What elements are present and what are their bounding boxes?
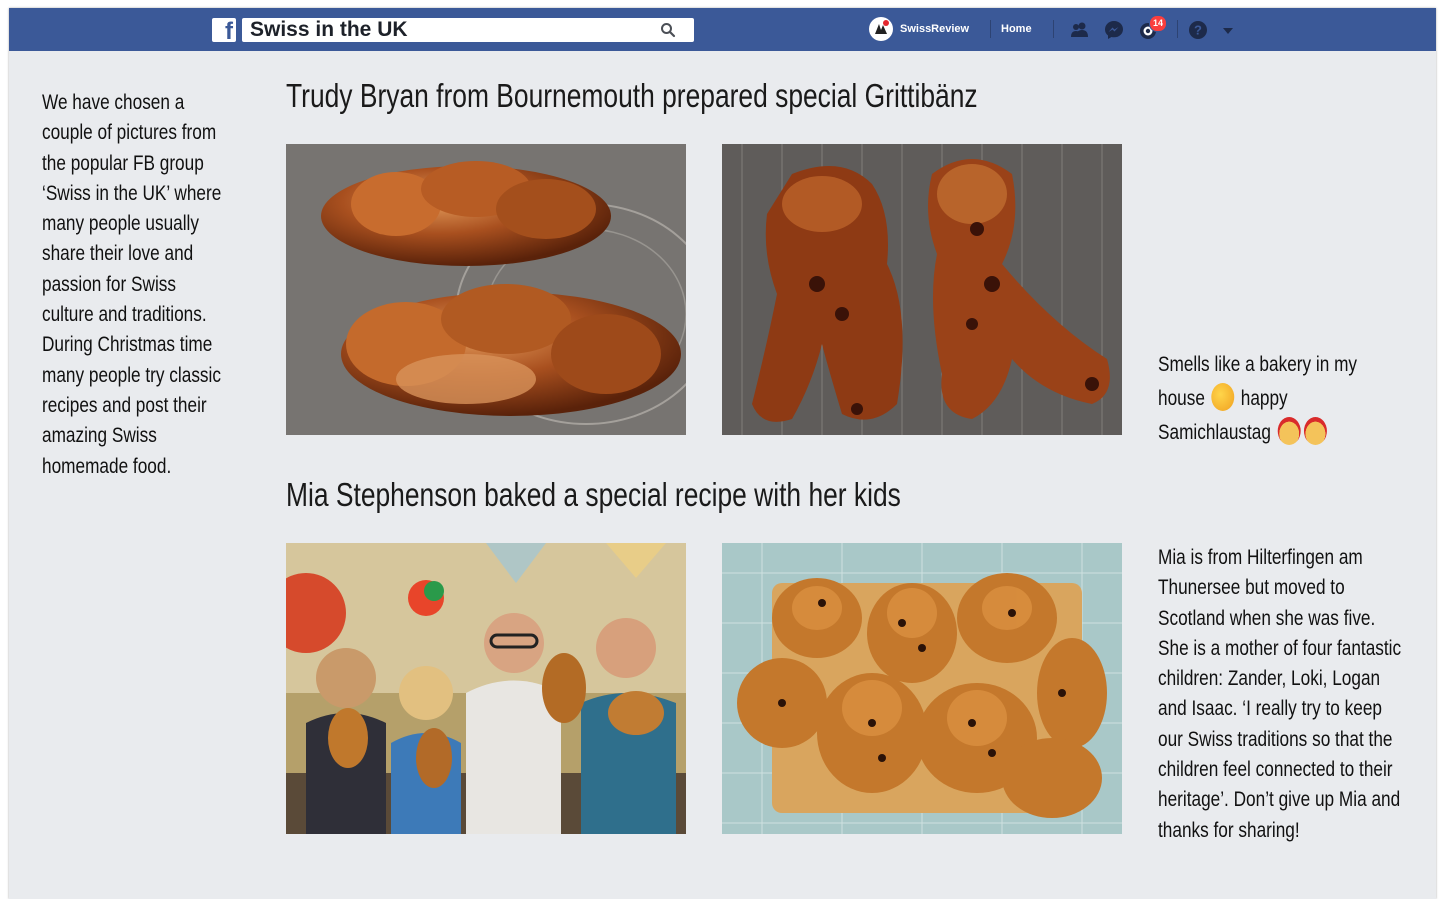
profile-name-link[interactable]: SwissReview: [900, 22, 969, 36]
caret-down-icon[interactable]: [1221, 19, 1235, 41]
section-heading: Mia Stephenson baked a special recipe wi…: [286, 476, 901, 513]
svg-text:?: ?: [1194, 23, 1202, 38]
photo-children-with-grittibaenz: [286, 543, 686, 834]
photo-grittibaenz-on-board: [722, 543, 1122, 834]
messenger-icon[interactable]: [1103, 19, 1125, 41]
mia-description: Mia is from Hilterfingen am Thunersee bu…: [1158, 546, 1402, 842]
top-navigation-bar: f Swiss in the UK SwissReview Home 14 ?: [9, 8, 1436, 51]
help-icon[interactable]: ?: [1187, 19, 1209, 41]
page-frame: f Swiss in the UK SwissReview Home 14 ? …: [9, 8, 1436, 899]
search-input[interactable]: Swiss in the UK: [242, 18, 694, 42]
santa-emoji-icon: [1303, 417, 1327, 445]
search-icon[interactable]: [660, 22, 676, 38]
notification-badge: 14: [1149, 15, 1167, 32]
profile-avatar[interactable]: [869, 17, 893, 41]
santa-emoji-icon: [1277, 417, 1301, 445]
nav-divider: [1053, 20, 1054, 38]
friends-icon[interactable]: [1069, 19, 1091, 41]
intro-text: We have chosen a couple of pictures from…: [42, 91, 222, 478]
photo-grittibaenz-braided-loaves: [286, 144, 686, 435]
search-input-value: Swiss in the UK: [250, 18, 408, 41]
trudy-comment: Smells like a bakery in my house happy S…: [1158, 348, 1363, 450]
smiling-face-emoji-icon: [1211, 383, 1235, 411]
facebook-logo-icon[interactable]: f: [212, 18, 236, 44]
section-heading: Trudy Bryan from Bournemouth prepared sp…: [286, 77, 978, 114]
home-link[interactable]: Home: [1001, 22, 1032, 36]
photo-grittibaenz-figures: [722, 144, 1122, 435]
nav-divider: [990, 20, 991, 38]
swiss-review-logo-icon: [870, 18, 892, 40]
nav-divider: [1177, 20, 1178, 38]
